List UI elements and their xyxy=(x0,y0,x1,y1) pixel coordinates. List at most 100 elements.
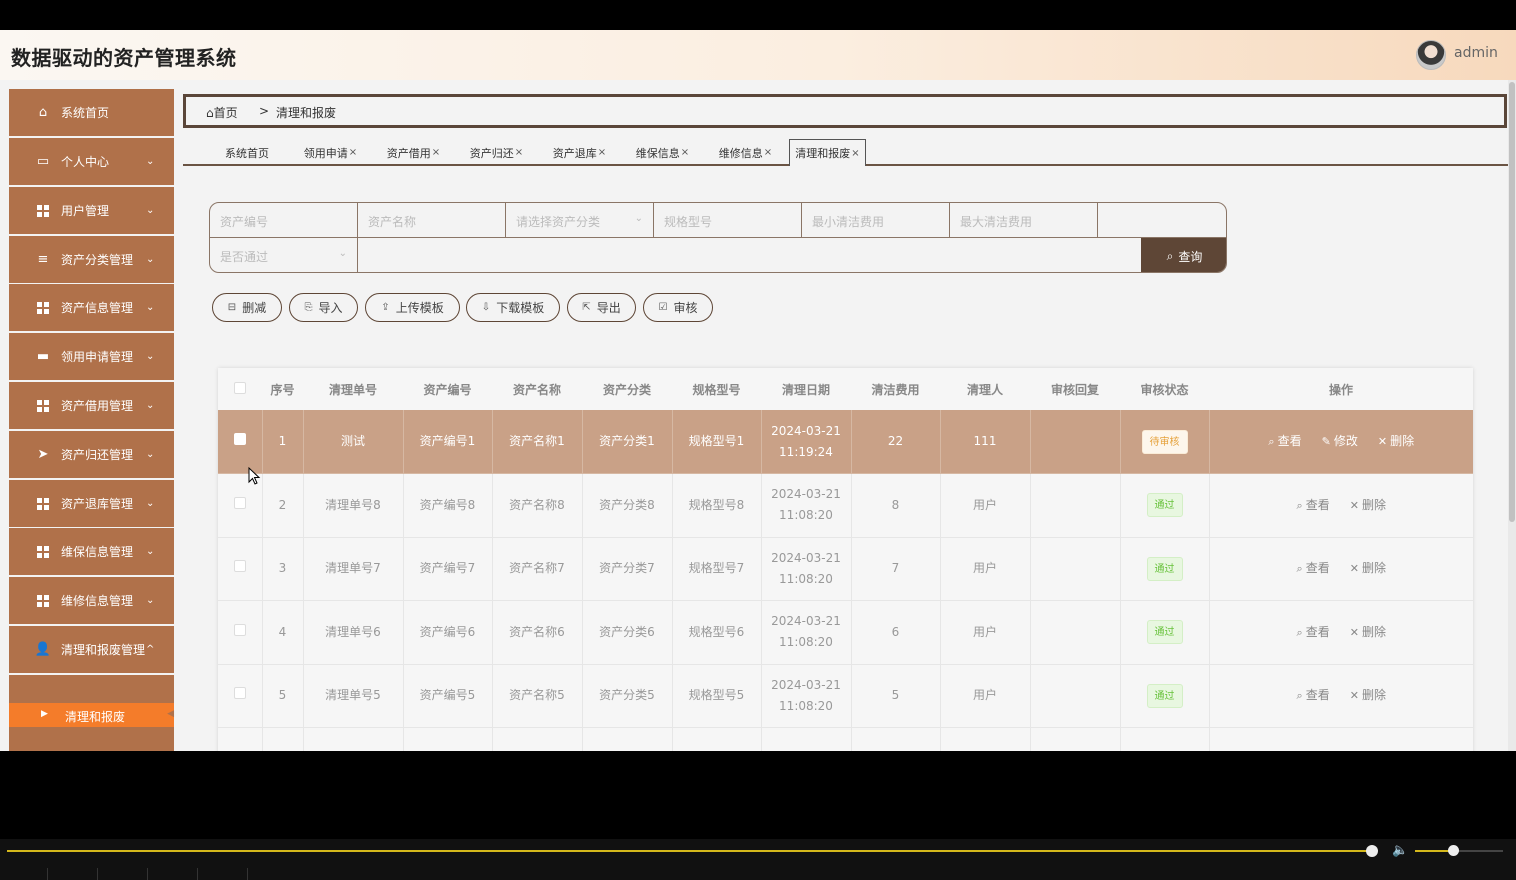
search-input[interactable]: 规格型号 xyxy=(654,203,802,238)
table-row[interactable]: 5 清理单号5 资产编号5 资产名称5 资产分类5 规格型号5 2024-03-21 11:0… xyxy=(218,664,1473,728)
row-action-button[interactable]: ✕ 删除 xyxy=(1378,431,1414,452)
row-checkbox[interactable] xyxy=(233,623,246,636)
tab[interactable]: 资产借用 × xyxy=(374,139,453,166)
status-badge: 通过 xyxy=(1146,620,1183,645)
row-action-button[interactable]: ⌕ 查看 xyxy=(1297,622,1330,643)
cell-asset_name: 资产名称6 xyxy=(492,600,583,665)
close-icon[interactable]: × xyxy=(681,147,689,158)
sidebar-subitem-active[interactable]: ▶ 清理和报废 ◀ xyxy=(9,703,174,727)
table-row[interactable]: 2 清理单号8 资产编号8 资产名称8 资产分类8 规格型号8 2024-03-21 11:0… xyxy=(218,473,1473,538)
cell-asset_name: 资产名称7 xyxy=(492,537,583,601)
row-checkbox[interactable] xyxy=(233,433,246,445)
select-all-checkbox[interactable] xyxy=(234,381,246,394)
row-action-button[interactable]: ✎ 修改 xyxy=(1322,431,1358,452)
cell-asset_no: 资产编号7 xyxy=(403,537,493,601)
tab[interactable]: 系统首页 xyxy=(208,139,287,166)
cell-asset_name: 资产名称5 xyxy=(492,664,583,728)
sidebar-item[interactable]: ➤ 资产归还管理 ⌄ xyxy=(9,431,174,478)
chevron-down-icon: ⌄ xyxy=(338,248,347,259)
sidebar-item[interactable]: 资产借用管理 ⌄ xyxy=(9,382,174,429)
search-input[interactable]: 资产编号 xyxy=(210,203,358,238)
tab[interactable]: 维修信息 × xyxy=(706,139,785,166)
row-action-button[interactable]: ⌕ 查看 xyxy=(1297,558,1330,579)
sidebar-item[interactable]: 用户管理 ⌄ xyxy=(9,187,174,234)
action-button[interactable]: ⊟ 删减 xyxy=(212,293,282,322)
cell-spec: 规格型号1 xyxy=(672,410,762,474)
column-header: 清理人 xyxy=(940,368,1030,410)
cell-order xyxy=(303,727,404,751)
breadcrumb-home[interactable]: ⌂首页 xyxy=(206,104,238,121)
tab[interactable]: 领用申请 × xyxy=(291,139,370,166)
submenu: ▶ 清理和报废 ◀ xyxy=(9,675,174,751)
header: 数据驱动的资产管理系统 admin xyxy=(0,30,1516,80)
avatar[interactable] xyxy=(1416,40,1446,70)
tab[interactable]: 资产退库 × xyxy=(540,139,619,166)
control-segment xyxy=(50,868,98,880)
check-square-icon: ☑ xyxy=(658,302,668,313)
row-action-button[interactable]: ⌕ 查看 xyxy=(1297,495,1330,516)
sidebar-item[interactable]: 维修信息管理 ⌄ xyxy=(9,577,174,624)
tab-label: 领用申请 xyxy=(303,146,348,160)
volume-icon[interactable]: 🔈 xyxy=(1392,843,1408,858)
tab-label: 清理和报废 xyxy=(795,147,851,160)
volume-knob[interactable] xyxy=(1448,845,1459,856)
tab[interactable]: 维保信息 × xyxy=(623,139,702,166)
row-action-button[interactable]: ✕ 删除 xyxy=(1350,495,1386,516)
username[interactable]: admin xyxy=(1454,45,1498,61)
sidebar-item[interactable]: 维保信息管理 ⌄ xyxy=(9,528,174,575)
sidebar: ⌂ 系统首页 ▭ 个人中心 ⌄ 用户管理 ⌄ ≡ 资产分类管理 ⌄ 资产信息管理 ⌄ ▬ 领用申请管理 ⌄ 资… xyxy=(9,89,174,751)
sidebar-item-label: 资产退库管理 xyxy=(61,497,134,511)
close-icon[interactable]: × xyxy=(598,147,606,158)
row-action-button[interactable]: ✕ 删除 xyxy=(1350,685,1386,706)
tab[interactable]: 资产归还 × xyxy=(457,139,536,166)
search-select[interactable]: 是否通过 ⌄ xyxy=(210,238,358,272)
select-all-cell xyxy=(218,368,262,410)
search-button[interactable]: ⌕ 查询 xyxy=(1141,238,1226,272)
close-icon[interactable]: × xyxy=(851,148,859,159)
action-button[interactable]: ⇩ 下载模板 xyxy=(466,293,560,322)
sidebar-item[interactable]: 资产退库管理 ⌄ xyxy=(9,480,174,527)
column-header: 审核状态 xyxy=(1120,368,1209,410)
row-action-button[interactable]: ✕ 删除 xyxy=(1350,622,1386,643)
sidebar-item[interactable]: 资产信息管理 ⌄ xyxy=(9,284,174,331)
row-checkbox[interactable] xyxy=(233,496,246,509)
sidebar-item[interactable]: ⌂ 系统首页 xyxy=(9,89,174,136)
sidebar-item[interactable]: 👤 清理和报废管理 ^ xyxy=(9,626,174,673)
progress-bar[interactable] xyxy=(7,850,1372,852)
progress-knob[interactable] xyxy=(1366,845,1378,857)
control-segment xyxy=(150,868,198,880)
sidebar-item[interactable]: ▬ 领用申请管理 ⌄ xyxy=(9,333,174,380)
table-row[interactable]: 2024-03-21 xyxy=(218,727,1473,751)
action-button[interactable]: ⇱ 导出 xyxy=(567,293,636,322)
page-scrollbar[interactable] xyxy=(1508,80,1516,751)
table-row[interactable]: 1 测试 资产编号1 资产名称1 资产分类1 规格型号1 2024-03-21 11:19:2… xyxy=(218,410,1473,474)
breadcrumb-home-label[interactable]: 首页 xyxy=(214,106,238,120)
search-input[interactable]: 资产名称 xyxy=(358,203,506,238)
search-select[interactable]: 请选择资产分类 ⌄ xyxy=(506,203,654,238)
row-checkbox[interactable] xyxy=(233,560,246,573)
tab[interactable]: 清理和报废 × xyxy=(789,139,866,166)
breadcrumb-current: 清理和报废 xyxy=(276,106,337,120)
sidebar-item[interactable]: ≡ 资产分类管理 ⌄ xyxy=(9,236,174,283)
table-row[interactable]: 3 清理单号7 资产编号7 资产名称7 资产分类7 规格型号7 2024-03-21 11:0… xyxy=(218,537,1473,601)
scrollbar-thumb[interactable] xyxy=(1509,82,1515,522)
action-button[interactable]: ☑ 审核 xyxy=(643,293,713,322)
sidebar-item[interactable]: ▭ 个人中心 ⌄ xyxy=(9,138,174,185)
close-icon[interactable]: × xyxy=(349,147,357,158)
search-placeholder: 资产编号 xyxy=(220,215,269,229)
row-action-button[interactable]: ⌕ 查看 xyxy=(1297,685,1330,706)
table-row[interactable]: 4 清理单号6 资产编号6 资产名称6 资产分类6 规格型号6 2024-03-21 11:0… xyxy=(218,600,1473,665)
row-action-label: 删除 xyxy=(1361,624,1386,639)
row-checkbox[interactable] xyxy=(233,687,246,700)
action-button[interactable]: ⇪ 上传模板 xyxy=(365,293,460,322)
action-button[interactable]: ⎘ 导入 xyxy=(289,293,358,322)
search-input[interactable]: 最小清洁费用 xyxy=(802,203,950,238)
status-badge: 通过 xyxy=(1146,493,1183,518)
close-icon[interactable]: × xyxy=(764,147,772,158)
row-action-button[interactable]: ✕ 删除 xyxy=(1350,558,1386,579)
row-action-button[interactable]: ⌕ 查看 xyxy=(1268,431,1301,452)
search-input[interactable]: 最大清洁费用 xyxy=(950,203,1098,238)
close-icon[interactable]: × xyxy=(515,147,523,158)
close-icon[interactable]: × xyxy=(432,147,440,158)
delete-icon: ✕ xyxy=(1349,625,1359,639)
